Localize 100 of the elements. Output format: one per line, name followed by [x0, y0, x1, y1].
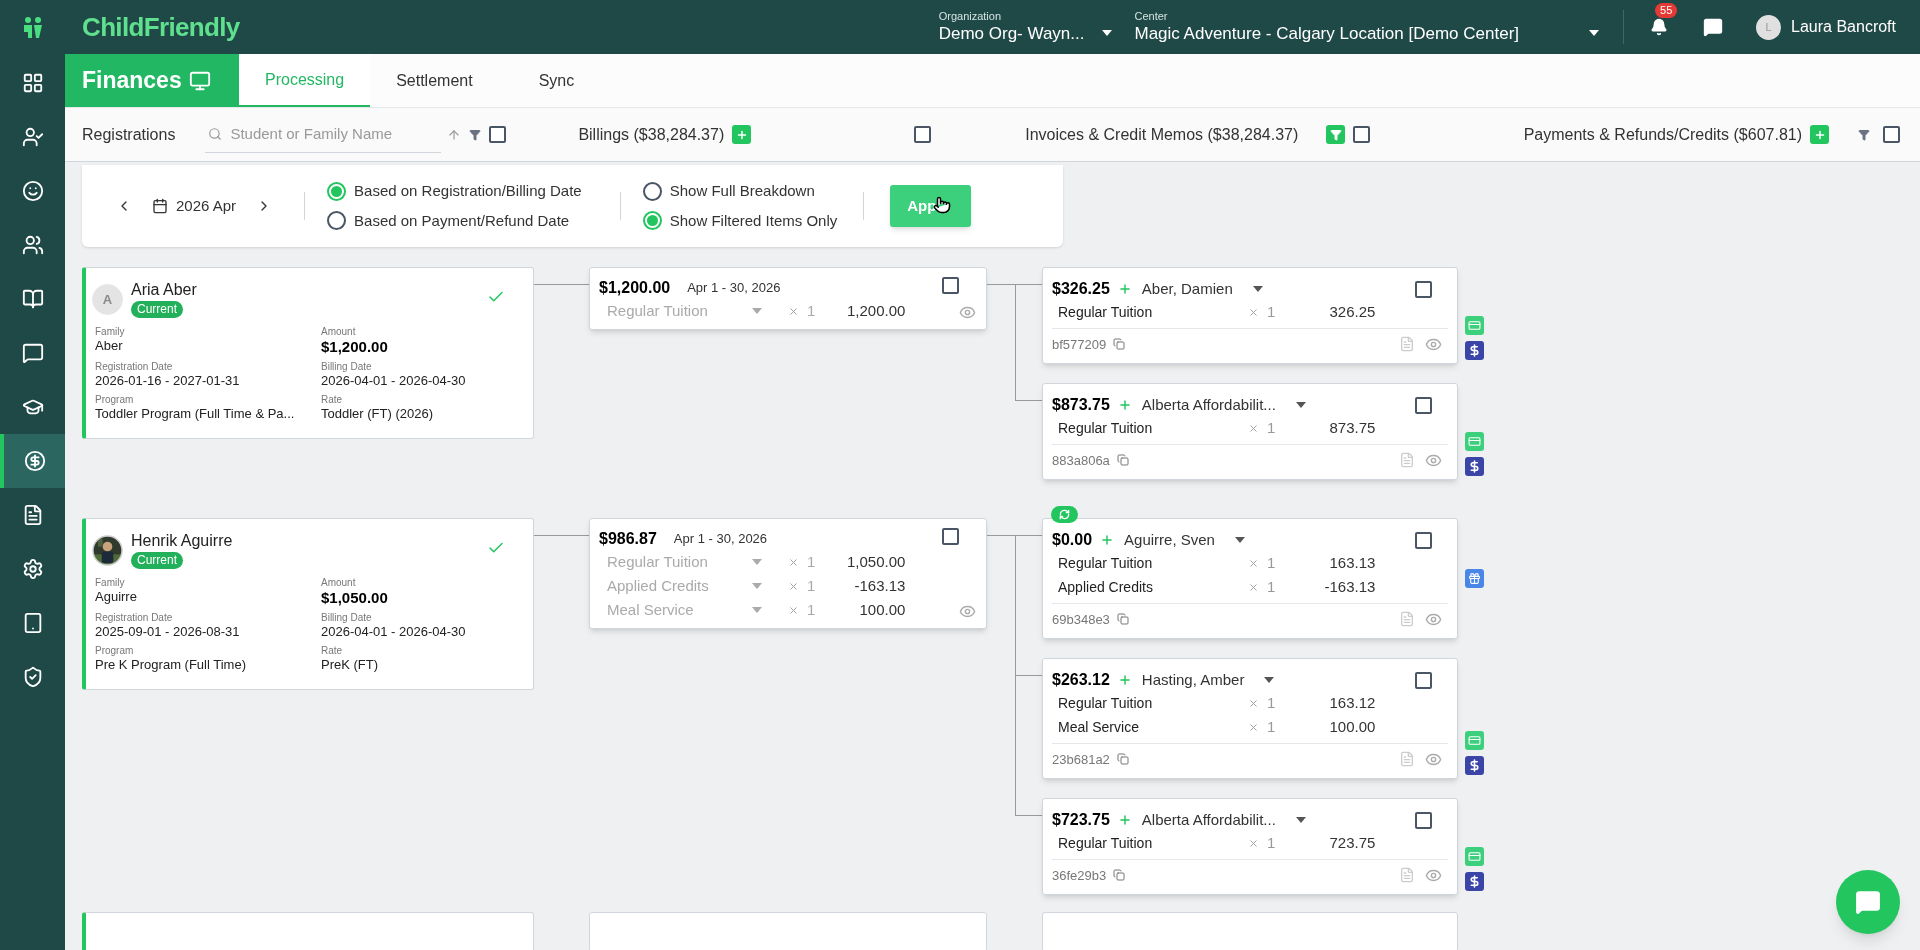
quantity: 1 [1267, 418, 1276, 439]
times-icon [1248, 838, 1259, 849]
filter-icon[interactable] [1326, 125, 1346, 144]
organization-selector[interactable]: Organization Demo Org- Wayn... [938, 10, 1113, 44]
payer-dropdown[interactable]: Alberta Affordabilit... [1141, 394, 1306, 417]
invoice-reference: 69b348e3 [1052, 610, 1110, 629]
checkbox[interactable] [1415, 396, 1432, 414]
invoice-amount: $723.75 [1052, 810, 1110, 831]
line-item: Applied Credits [1058, 578, 1154, 597]
copy-icon[interactable] [1116, 753, 1129, 766]
messages-icon[interactable] [1703, 17, 1724, 37]
sidebar-item[interactable] [0, 434, 65, 488]
app-logo[interactable]: ChildFriendly [82, 7, 240, 47]
add-icon[interactable] [1117, 813, 1132, 828]
add-icon[interactable] [1117, 673, 1132, 688]
billing-card[interactable]: $1,200.00 Apr 1 - 30, 2026 Regular Tuition 1 1,200.00 [589, 267, 987, 330]
add-button[interactable] [1810, 125, 1829, 144]
caret-icon [752, 583, 762, 589]
field-label: Amount [321, 577, 357, 589]
tab[interactable]: Settlement [370, 54, 499, 107]
field-label: Amount [321, 326, 357, 338]
chat-button[interactable] [1836, 870, 1900, 934]
invoice-card[interactable]: $873.75 Alberta Affordabilit... Regular Tuition 1 873.75 883a806a [1042, 383, 1458, 480]
copy-icon[interactable] [1116, 454, 1129, 467]
quantity: 1 [1267, 717, 1276, 738]
payer-dropdown[interactable]: Alberta Affordabilit... [1141, 809, 1306, 832]
caret-icon [1589, 30, 1600, 36]
checkbox[interactable] [942, 528, 959, 545]
sort-icon[interactable] [447, 127, 462, 142]
invoice-card[interactable]: $723.75 Alberta Affordabilit... Regular Tuition 1 723.75 36fe29b3 [1042, 798, 1458, 895]
billing-period: Apr 1 - 30, 2026 [687, 279, 781, 297]
tab[interactable]: Sync [498, 54, 615, 107]
gift-icon[interactable] [1465, 569, 1484, 588]
monitor-icon [188, 69, 211, 92]
copy-icon[interactable] [1116, 613, 1129, 626]
copy-icon[interactable] [1113, 869, 1126, 882]
line-item: Meal Service [1058, 718, 1140, 737]
radio-button[interactable] [642, 181, 662, 201]
radio-button[interactable] [327, 181, 347, 201]
line-amount: 1,200.00 [845, 300, 906, 321]
add-icon[interactable] [1100, 533, 1115, 548]
card-payment-icon[interactable] [1465, 432, 1484, 451]
field-label: Billing Date [321, 612, 373, 624]
billing-card[interactable]: $986.87 Apr 1 - 30, 2026 Regular Tuition 1 1,050.00 Applied Credits 1 -163.13 Meal Service 1 100.00 [589, 518, 987, 629]
field-value: $1,200.00 [321, 338, 389, 356]
radio-button[interactable] [642, 211, 662, 231]
checkbox[interactable] [914, 126, 932, 143]
view-icon[interactable] [959, 304, 976, 321]
payer-dropdown[interactable]: Aguirre, Sven [1124, 529, 1245, 552]
checkbox[interactable] [1415, 280, 1432, 298]
line-amount: 326.25 [1328, 302, 1376, 323]
dollar-payment-icon[interactable] [1465, 457, 1484, 476]
invoice-card[interactable]: $326.25 Aber, Damien Regular Tuition 1 326.25 bf577209 [1042, 267, 1458, 364]
invoice-card[interactable]: $0.00 Aguirre, Sven Regular Tuition 1 163.13 Applied Credits 1 -163.13 69b348e3 [1042, 518, 1458, 639]
dollar-payment-icon[interactable] [1465, 341, 1484, 360]
calendar-icon[interactable] [152, 198, 168, 214]
grid-icon [21, 72, 44, 94]
center-selector[interactable]: Center Magic Adventure - Calgary Location [Demo Center] [1134, 10, 1600, 44]
payer-dropdown[interactable]: Aber, Damien [1141, 278, 1263, 301]
times-icon [788, 556, 799, 568]
student-name: Henrik Aguirre [131, 531, 233, 551]
dollar-payment-icon[interactable] [1465, 756, 1484, 775]
add-button[interactable] [732, 125, 752, 144]
view-icon[interactable] [959, 603, 976, 620]
registration-card[interactable]: A Aria Aber Current Family Aber Amount $1,200.00 Registration Date 2026-01-16 - 2027-01-31 Billing Date 2026-04-01 - 2026-04-30 Program Toddler Program (Full Time & Pa... Rate Toddler (FT) (2026) [82, 267, 534, 439]
card-payment-icon[interactable] [1465, 731, 1484, 750]
caret-icon [1252, 286, 1263, 293]
radio-label: Based on Registration/Billing Date [354, 181, 582, 201]
checkbox[interactable] [1415, 531, 1432, 549]
radio-label: Show Full Breakdown [669, 181, 815, 201]
line-amount: -163.13 [1323, 577, 1376, 598]
checkbox[interactable] [1353, 126, 1371, 143]
card-payment-icon[interactable] [1465, 847, 1484, 866]
caret-icon [1295, 402, 1306, 409]
plus-icon [1813, 128, 1826, 141]
times-icon [1248, 423, 1259, 434]
field-value: Toddler Program (Full Time & Pa... [95, 406, 296, 422]
checkbox[interactable] [1415, 671, 1432, 689]
copy-icon[interactable] [1113, 338, 1126, 351]
invoice-reference: 883a806a [1052, 451, 1110, 470]
user-name[interactable]: Laura Bancroft [1791, 15, 1896, 39]
field-value: 2026-01-16 - 2027-01-31 [95, 373, 241, 389]
avatar: A [92, 284, 123, 315]
add-icon[interactable] [1117, 398, 1132, 413]
checkbox[interactable] [1415, 811, 1432, 829]
dollar-payment-icon[interactable] [1465, 872, 1484, 891]
card-payment-icon[interactable] [1465, 316, 1484, 335]
invoice-card[interactable]: $263.12 Hasting, Amber Regular Tuition 1 163.12 Meal Service 1 100.00 23b681a2 [1042, 658, 1458, 779]
search-field[interactable]: Student or Family Name [230, 122, 431, 146]
billing-period: Apr 1 - 30, 2026 [673, 530, 768, 548]
add-icon[interactable] [1117, 282, 1132, 297]
registration-card[interactable]: Henrik Aguirre Current Family Aguirre Amount $1,050.00 Registration Date 2025-09-01 - 2026-08-31 Billing Date 2026-04-01 - 2026-04-30 Program Pre K Program (Full Time) Rate PreK (FT) [82, 518, 534, 690]
times-icon [1248, 558, 1259, 569]
checkbox[interactable] [942, 277, 959, 294]
line-item: Regular Tuition [1058, 834, 1154, 853]
checkbox[interactable] [489, 126, 507, 143]
quantity: 1 [1267, 833, 1276, 854]
radio-button[interactable] [327, 211, 347, 231]
checkbox[interactable] [1883, 126, 1900, 143]
payer-dropdown[interactable]: Hasting, Amber [1141, 669, 1275, 692]
